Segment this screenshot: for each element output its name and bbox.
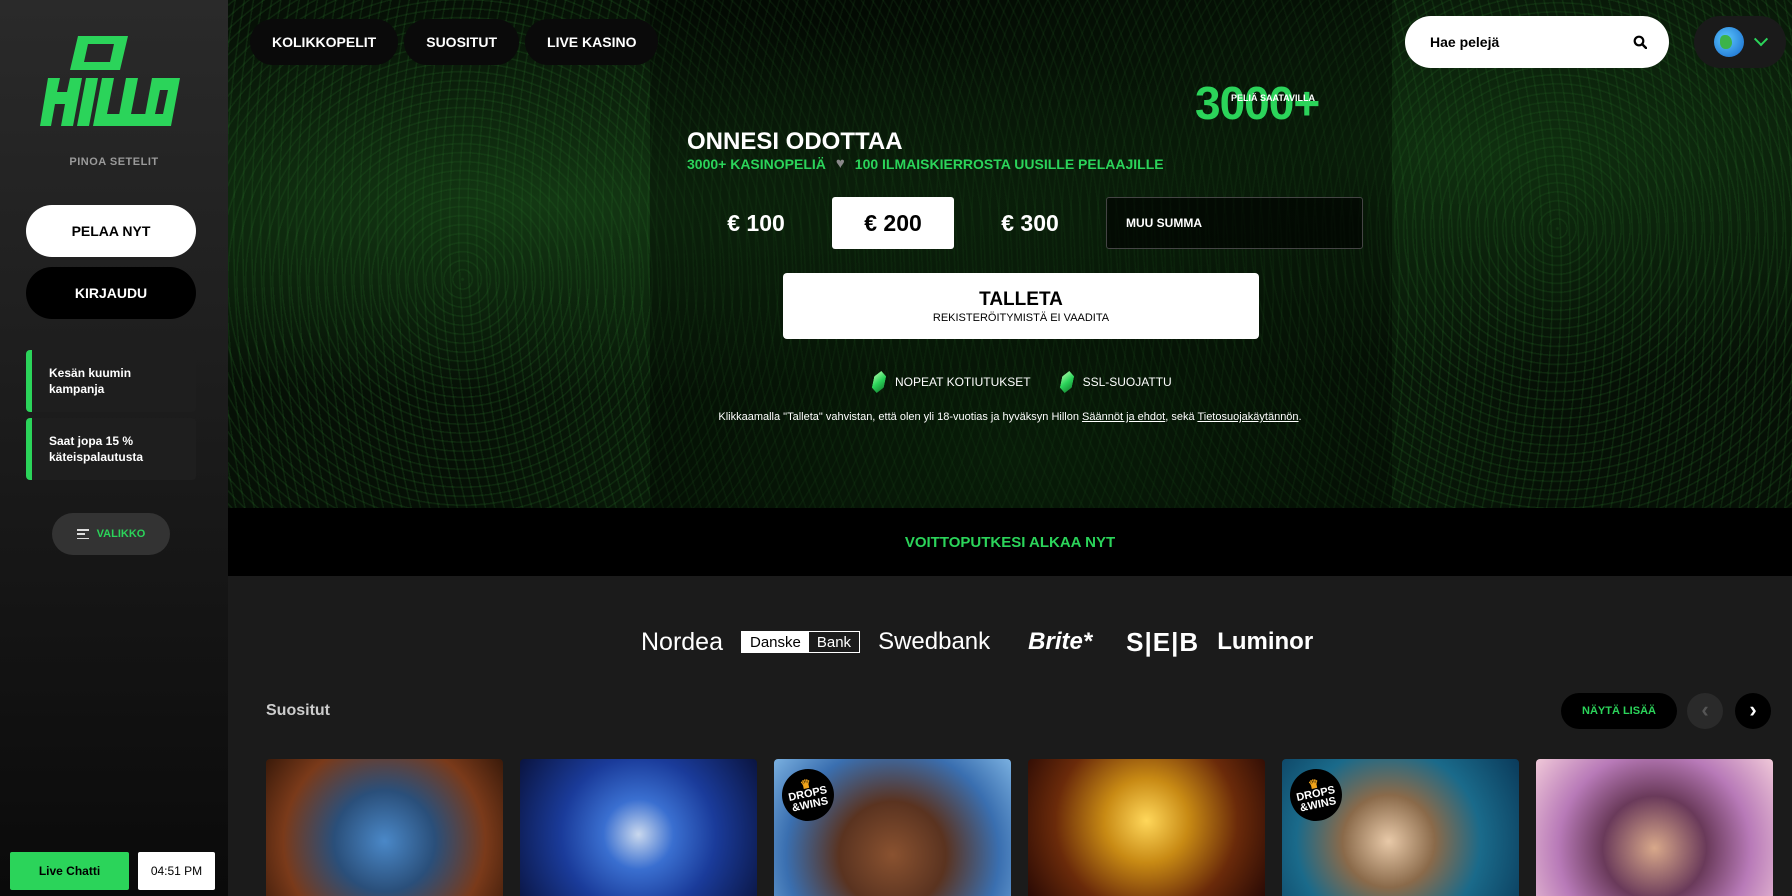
seb-logo: S|E|B	[1126, 626, 1200, 657]
feature-label: NOPEAT KOTIUTUKSET	[895, 375, 1031, 389]
legal-text: , sekä	[1165, 411, 1198, 423]
hero-headline: ONNESI ODOTTAA	[687, 128, 903, 155]
swedbank-logo: Swedbank	[878, 628, 991, 655]
banner-text: VOITTOPUTKESI ALKAA NYT	[904, 533, 1116, 551]
privacy-link[interactable]: Tietosuojakäytännön	[1197, 411, 1298, 423]
games-carousel: ♛ DROPS &WINS ♛ DROPS &WINS	[266, 759, 1773, 896]
nav-live-casino[interactable]: LIVE KASINO	[525, 19, 659, 65]
brand-tagline: PINOA SETELIT	[69, 156, 159, 168]
luminor-logo: Luminor	[1217, 628, 1314, 655]
hero-section: KOLIKKOPELIT SUOSITUT LIVE KASINO 3000+ …	[228, 0, 1792, 508]
terms-link[interactable]: Säännöt ja ehdot	[1082, 411, 1165, 423]
feature-fast-withdrawals: NOPEAT KOTIUTUKSET	[873, 371, 1031, 393]
hero-subline: 3000+ KASINOPELIÄ ♥ 100 ILMAISKIERROSTA …	[687, 155, 1164, 172]
amount-option-100[interactable]: € 100	[695, 197, 817, 249]
menu-button[interactable]: VALIKKO	[52, 513, 170, 555]
clock: 04:51 PM	[138, 852, 215, 890]
amount-option-200[interactable]: € 200	[832, 197, 954, 249]
amount-option-300[interactable]: € 300	[969, 197, 1091, 249]
legal-notice: Klikkaamalla "Talleta" vahvistan, että o…	[228, 411, 1792, 423]
danske-logo-part: Danske	[742, 632, 809, 652]
live-chat-button[interactable]: Live Chatti	[10, 852, 129, 890]
top-nav: KOLIKKOPELIT SUOSITUT LIVE KASINO	[250, 19, 659, 65]
deposit-sublabel: REKISTERÖITYMISTÄ EI VAADITA	[932, 311, 1110, 324]
payment-logos: Nordea Danske Bank Swedbank Brite* S|E|B …	[641, 622, 1313, 662]
promo-card-cashback[interactable]: Saat jopa 15 % käteispalautusta	[26, 418, 196, 480]
chevron-right-icon: ›	[1749, 697, 1757, 722]
nordea-logo: Nordea	[641, 627, 723, 656]
promo-text: Saat jopa 15 % käteispalautusta	[49, 434, 144, 464]
language-selector[interactable]	[1694, 16, 1786, 68]
search-box[interactable]	[1405, 16, 1669, 68]
feature-list: NOPEAT KOTIUTUKSET SSL-SUOJATTU	[873, 371, 1172, 393]
legal-text: .	[1298, 411, 1302, 423]
menu-icon	[76, 529, 89, 539]
legal-text: Klikkaamalla "Talleta" vahvistan, että o…	[718, 411, 1083, 423]
search-input[interactable]	[1430, 34, 1610, 50]
section-title: Suositut	[266, 702, 330, 719]
bank-logo-part: Bank	[808, 632, 860, 652]
sidebar: PINOA SETELIT PELAA NYT KIRJAUDU Kesän k…	[0, 0, 228, 896]
game-tile-cobra[interactable]	[1028, 759, 1265, 896]
hillo-logo[interactable]	[40, 30, 180, 140]
chevron-down-icon	[1753, 32, 1769, 47]
brite-logo: Brite*	[1028, 628, 1093, 655]
promo-text: Kesän kuumin kampanja	[49, 366, 132, 396]
chevron-left-icon: ‹	[1701, 697, 1709, 722]
custom-amount-input[interactable]	[1126, 216, 1346, 230]
game-tile-wolf[interactable]	[266, 759, 503, 896]
subline-spins: 100 ILMAISKIERROSTA UUSILLE PELAAJILLE	[854, 155, 1164, 172]
drops-wins-badge: ♛ DROPS &WINS	[1285, 764, 1347, 826]
lower-section: Nordea Danske Bank Swedbank Brite* S|E|B …	[228, 576, 1792, 896]
heart-icon: ♥	[835, 155, 845, 172]
games-count-caption: PELIÄ SAATAVILLA	[1231, 93, 1315, 103]
deposit-button[interactable]: TALLETA REKISTERÖITYMISTÄ EI VAADITA	[783, 273, 1259, 339]
search-icon[interactable]	[1633, 35, 1647, 49]
game-tile-gangster[interactable]	[1536, 759, 1773, 896]
danske-bank-logo: Danske Bank	[741, 631, 861, 653]
login-button[interactable]: KIRJAUDU	[26, 267, 196, 319]
game-tile-dog[interactable]: ♛ DROPS &WINS	[774, 759, 1011, 896]
deposit-label: TALLETA	[979, 288, 1063, 310]
game-tile-wizard[interactable]	[520, 759, 757, 896]
feature-ssl: SSL-SUOJATTU	[1061, 371, 1172, 393]
nav-popular[interactable]: SUOSITUT	[404, 19, 520, 65]
deposit-amounts: € 100 € 200 € 300	[695, 197, 1363, 249]
subline-games: 3000+ KASINOPELIÄ	[687, 155, 826, 172]
gem-icon	[871, 371, 888, 393]
promo-banner: VOITTOPUTKESI ALKAA NYT	[228, 508, 1792, 576]
carousel-next-button[interactable]: ›	[1735, 693, 1771, 729]
globe-icon	[1714, 27, 1744, 57]
game-tile-fisherman[interactable]: ♛ DROPS &WINS	[1282, 759, 1519, 896]
custom-amount-field[interactable]	[1106, 197, 1363, 249]
promo-card-summer-campaign[interactable]: Kesän kuumin kampanja	[26, 350, 196, 412]
carousel-prev-button[interactable]: ‹	[1687, 693, 1723, 729]
gem-icon	[1058, 371, 1075, 393]
nav-slots[interactable]: KOLIKKOPELIT	[250, 19, 399, 65]
play-now-button[interactable]: PELAA NYT	[26, 205, 196, 257]
drops-wins-badge: ♛ DROPS &WINS	[777, 764, 839, 826]
menu-label: VALIKKO	[96, 528, 146, 540]
games-count: 3000+	[1195, 77, 1320, 129]
show-more-button[interactable]: NÄYTÄ LISÄÄ	[1561, 693, 1677, 729]
feature-label: SSL-SUOJATTU	[1082, 375, 1172, 389]
